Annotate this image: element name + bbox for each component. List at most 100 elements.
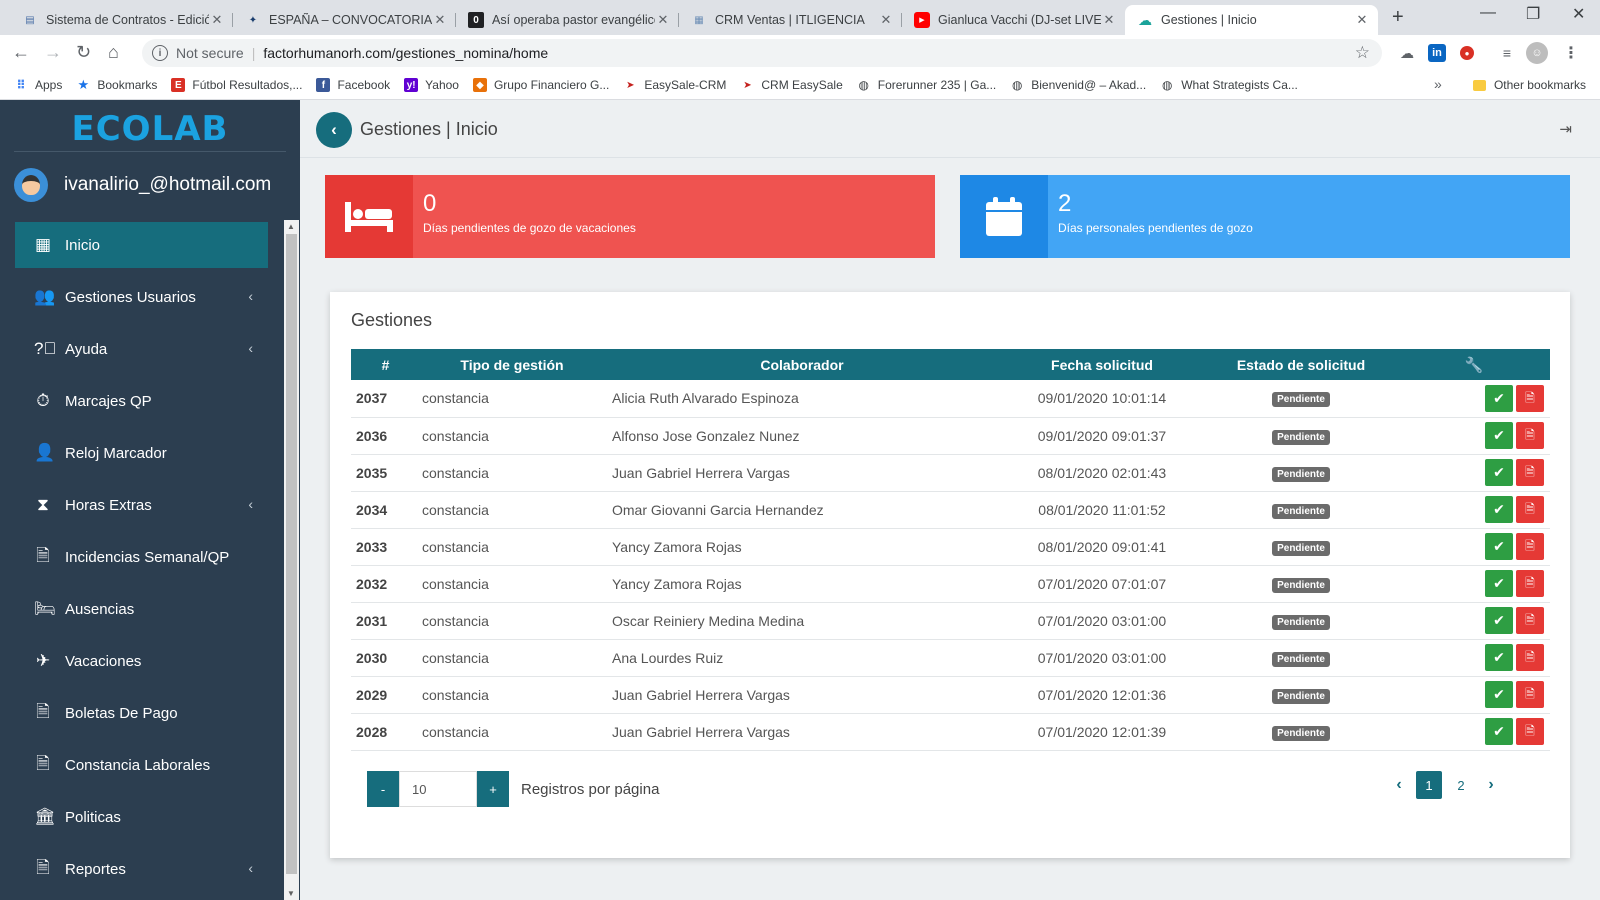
forward-arrow-icon[interactable]: → bbox=[44, 42, 62, 63]
window-close-icon[interactable]: ✕ bbox=[1572, 4, 1585, 24]
close-icon[interactable]: ✕ bbox=[878, 12, 894, 28]
new-tab-button[interactable]: + bbox=[1392, 6, 1404, 29]
sidebar-scrollbar[interactable]: ▲ ▼ bbox=[284, 220, 299, 900]
info-icon[interactable]: i bbox=[152, 45, 168, 61]
column-header-fecha[interactable]: Fecha solicitud bbox=[1000, 349, 1204, 380]
browser-tab[interactable]: ▶ Gianluca Vacchi (DJ-set LIVE @ ✕ bbox=[902, 5, 1125, 35]
bookmark-star-icon[interactable]: ☆ bbox=[1355, 43, 1370, 63]
approve-button[interactable]: ✔ bbox=[1485, 384, 1513, 412]
reload-icon[interactable]: ↻ bbox=[76, 42, 91, 63]
browser-tab[interactable]: ✦ ESPAÑA – CONVOCATORIA DE ✕ bbox=[233, 5, 456, 35]
more-menu-icon[interactable]: ⋮ bbox=[1562, 44, 1580, 62]
close-icon[interactable]: ✕ bbox=[209, 12, 225, 28]
page-2-button[interactable]: 2 bbox=[1448, 771, 1474, 799]
sidebar-item-marcajes-qp[interactable]: ⏱ Marcajes QP bbox=[15, 378, 268, 424]
close-icon[interactable]: ✕ bbox=[655, 12, 671, 28]
browser-tab[interactable]: ▤ Sistema de Contratos - Edición ✕ bbox=[10, 5, 233, 35]
sidebar-item-constancia-laborales[interactable]: 🗎 Constancia Laborales bbox=[15, 742, 268, 788]
column-header-id[interactable]: # bbox=[351, 349, 420, 380]
browser-tab[interactable]: ▦ CRM Ventas | ITLIGENCIA ✕ bbox=[679, 5, 902, 35]
address-bar[interactable]: i Not secure | factorhumanorh.com/gestio… bbox=[142, 39, 1382, 67]
pdf-button[interactable]: 🗎 bbox=[1516, 681, 1544, 708]
pdf-button[interactable]: 🗎 bbox=[1516, 384, 1544, 412]
approve-button[interactable]: ✔ bbox=[1485, 681, 1513, 708]
next-page-icon[interactable]: › bbox=[1477, 776, 1505, 794]
bookmarks-overflow-icon[interactable]: » bbox=[1434, 76, 1442, 92]
column-header-estado[interactable]: Estado de solicitud bbox=[1204, 349, 1398, 380]
bookmark-forerunner[interactable]: ◍ Forerunner 235 | Ga... bbox=[857, 78, 997, 92]
column-header-colaborador[interactable]: Colaborador bbox=[604, 349, 1000, 380]
pdf-button[interactable]: 🗎 bbox=[1516, 459, 1544, 486]
approve-button[interactable]: ✔ bbox=[1485, 570, 1513, 597]
pdf-button[interactable]: 🗎 bbox=[1516, 533, 1544, 560]
sidebar-item-ausencias[interactable]: 🛏 Ausencias bbox=[15, 586, 268, 632]
bookmark-futbol[interactable]: E Fútbol Resultados,... bbox=[171, 78, 302, 92]
page-size-input[interactable]: 10 bbox=[399, 771, 477, 807]
scroll-down-icon[interactable]: ▼ bbox=[287, 889, 295, 898]
browser-tab[interactable]: 0 Así operaba pastor evangélico ✕ bbox=[456, 5, 679, 35]
table-row[interactable]: 2030 constancia Ana Lourdes Ruiz 07/01/2020… bbox=[351, 639, 1550, 677]
profile-avatar-icon[interactable]: ☺ bbox=[1526, 42, 1548, 64]
bookmark-grupo-financiero[interactable]: ◆ Grupo Financiero G... bbox=[472, 78, 609, 92]
approve-button[interactable]: ✔ bbox=[1485, 496, 1513, 523]
close-icon[interactable]: ✕ bbox=[1354, 12, 1370, 28]
approve-button[interactable]: ✔ bbox=[1485, 459, 1513, 486]
media-queue-icon[interactable]: ≡ bbox=[1498, 44, 1516, 62]
table-row[interactable]: 2032 constancia Yancy Zamora Rojas 07/01/20… bbox=[351, 565, 1550, 603]
prev-page-icon[interactable]: ‹ bbox=[1385, 776, 1413, 794]
bookmark-bookmarks[interactable]: ★ Bookmarks bbox=[76, 77, 158, 92]
table-row[interactable]: 2028 constancia Juan Gabriel Herrera Varga… bbox=[351, 713, 1550, 751]
sidebar-item-reportes[interactable]: 🗎 Reportes ‹ bbox=[15, 846, 268, 892]
bookmark-yahoo[interactable]: y! Yahoo bbox=[404, 78, 459, 92]
pdf-button[interactable]: 🗎 bbox=[1516, 607, 1544, 634]
table-row[interactable]: 2033 constancia Yancy Zamora Rojas 08/01/20… bbox=[351, 528, 1550, 566]
pdf-button[interactable]: 🗎 bbox=[1516, 496, 1544, 523]
pdf-button[interactable]: 🗎 bbox=[1516, 718, 1544, 745]
sidebar-item-politicas[interactable]: 🏛 Politicas bbox=[15, 794, 268, 840]
home-icon[interactable]: ⌂ bbox=[108, 42, 119, 63]
pdf-button[interactable]: 🗎 bbox=[1516, 644, 1544, 671]
sidebar-item-vacaciones[interactable]: ✈ Vacaciones bbox=[15, 638, 268, 684]
approve-button[interactable]: ✔ bbox=[1485, 533, 1513, 560]
approve-button[interactable]: ✔ bbox=[1485, 644, 1513, 671]
table-row[interactable]: 2034 constancia Omar Giovanni Garcia Herna… bbox=[351, 491, 1550, 529]
back-button[interactable]: ‹ bbox=[316, 112, 352, 148]
user-profile[interactable]: ivanalirio_@hotmail.com bbox=[14, 168, 271, 202]
cloud-extension-icon[interactable]: ☁ bbox=[1398, 44, 1416, 62]
sidebar-item-inicio[interactable]: ▦ Inicio bbox=[15, 222, 268, 268]
pdf-button[interactable]: 🗎 bbox=[1516, 570, 1544, 597]
pdf-button[interactable]: 🗎 bbox=[1516, 422, 1544, 449]
bookmark-facebook[interactable]: f Facebook bbox=[316, 78, 390, 92]
approve-button[interactable]: ✔ bbox=[1485, 422, 1513, 449]
approve-button[interactable]: ✔ bbox=[1485, 718, 1513, 745]
sidebar-item-reloj-marcador[interactable]: 👤 Reloj Marcador bbox=[15, 430, 268, 476]
column-header-tipo[interactable]: Tipo de gestión bbox=[420, 349, 604, 380]
logout-icon[interactable]: ⇥ bbox=[1559, 120, 1572, 138]
record-extension-icon[interactable]: ● bbox=[1460, 46, 1474, 60]
close-icon[interactable]: ✕ bbox=[1101, 12, 1117, 28]
back-arrow-icon[interactable]: ← bbox=[12, 42, 30, 63]
bookmark-what-strategists[interactable]: ◍ What Strategists Ca... bbox=[1160, 78, 1298, 92]
minimize-icon[interactable]: — bbox=[1480, 4, 1496, 22]
sidebar-item-gestiones-usuarios[interactable]: 👥 Gestiones Usuarios ‹ bbox=[15, 274, 268, 320]
ecolab-logo[interactable]: ECOLAB bbox=[58, 109, 242, 149]
sidebar-item-ayuda[interactable]: ?⃝ Ayuda ‹ bbox=[15, 326, 268, 372]
bookmark-bienvenid[interactable]: ◍ Bienvenid@ – Akad... bbox=[1010, 78, 1146, 92]
table-row[interactable]: 2037 constancia Alicia Ruth Alvarado Espin… bbox=[351, 380, 1550, 418]
restore-icon[interactable]: ❐ bbox=[1526, 4, 1540, 24]
table-row[interactable]: 2031 constancia Oscar Reiniery Medina Medi… bbox=[351, 602, 1550, 640]
approve-button[interactable]: ✔ bbox=[1485, 607, 1513, 634]
close-icon[interactable]: ✕ bbox=[432, 12, 448, 28]
table-row[interactable]: 2035 constancia Juan Gabriel Herrera Varga… bbox=[351, 454, 1550, 492]
browser-tab-active[interactable]: ☁ Gestiones | Inicio ✕ bbox=[1125, 5, 1378, 35]
scrollbar-thumb[interactable] bbox=[286, 234, 297, 874]
bookmark-crm-easysale[interactable]: ➤ CRM EasySale bbox=[740, 78, 843, 92]
page-size-decrement-button[interactable]: - bbox=[367, 771, 399, 807]
scroll-up-icon[interactable]: ▲ bbox=[287, 222, 295, 231]
other-bookmarks[interactable]: Other bookmarks bbox=[1472, 78, 1586, 92]
sidebar-item-incidencias[interactable]: 🗎 Incidencias Semanal/QP bbox=[15, 534, 268, 580]
page-1-button[interactable]: 1 bbox=[1416, 771, 1442, 799]
sidebar-item-boletas-de-pago[interactable]: 🗎 Boletas De Pago bbox=[15, 690, 268, 736]
bookmark-apps[interactable]: ⠿ Apps bbox=[14, 78, 62, 92]
table-row[interactable]: 2029 constancia Juan Gabriel Herrera Varga… bbox=[351, 676, 1550, 714]
